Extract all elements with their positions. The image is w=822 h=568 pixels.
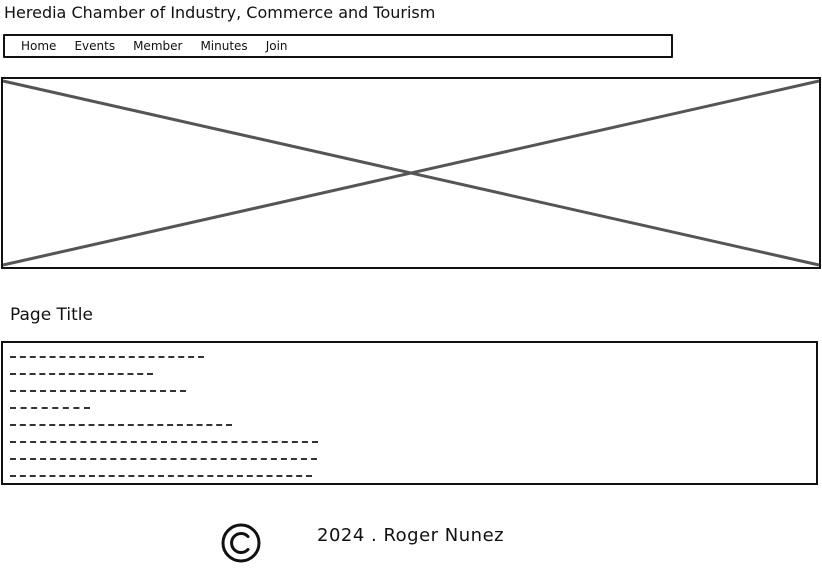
placeholder-text-line — [10, 452, 816, 469]
hero-image-placeholder — [1, 77, 821, 269]
nav-item-events[interactable]: Events — [74, 39, 115, 53]
nav-item-home[interactable]: Home — [21, 39, 56, 53]
main-nav: Home Events Member Minutes Join — [3, 34, 673, 58]
placeholder-text-line — [10, 384, 816, 401]
placeholder-text-line — [10, 418, 816, 435]
nav-item-minutes[interactable]: Minutes — [200, 39, 247, 53]
footer-copyright-text: 2024 . Roger Nunez — [317, 525, 505, 546]
placeholder-text-line — [10, 350, 816, 367]
page-title: Page Title — [10, 305, 93, 325]
text-placeholder-box — [1, 341, 818, 485]
site-title: Heredia Chamber of Industry, Commerce an… — [4, 3, 436, 22]
copyright-icon — [221, 523, 261, 563]
placeholder-text-line — [10, 367, 816, 384]
footer: 2024 . Roger Nunez — [0, 520, 822, 568]
placeholder-text-line — [10, 469, 816, 486]
nav-item-member[interactable]: Member — [133, 39, 182, 53]
placeholder-text-line — [10, 401, 816, 418]
nav-item-join[interactable]: Join — [266, 39, 288, 53]
placeholder-text-line — [10, 435, 816, 452]
image-placeholder-icon — [1, 77, 821, 269]
